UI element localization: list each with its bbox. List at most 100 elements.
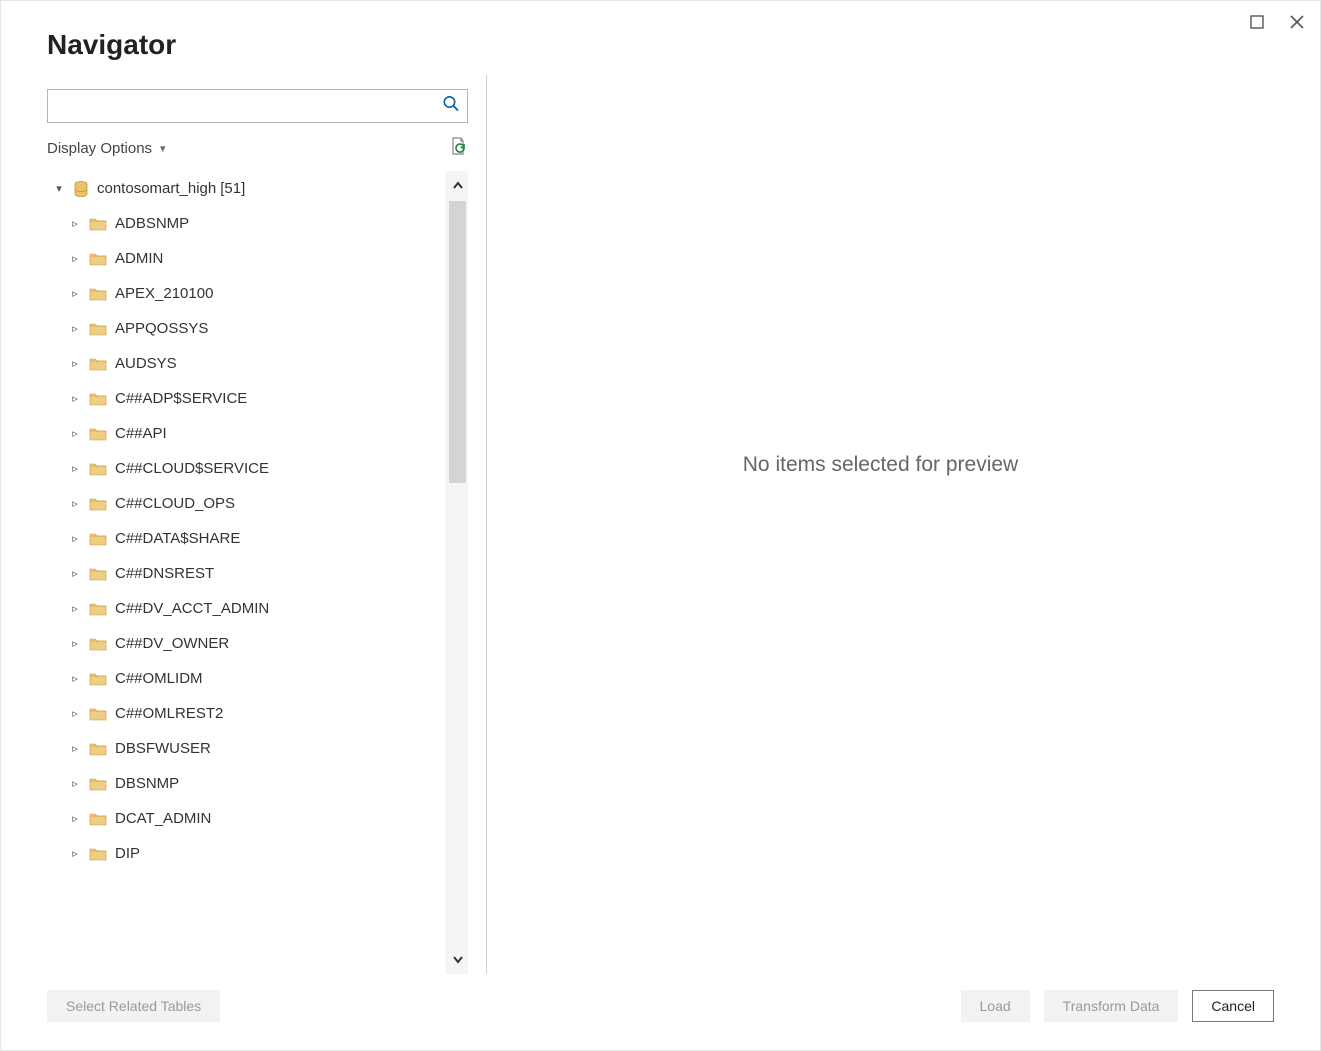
folder-icon	[89, 462, 107, 476]
expand-icon[interactable]: ▹	[69, 392, 81, 405]
tree-item[interactable]: ▹ C##CLOUD_OPS	[47, 486, 446, 521]
expand-icon[interactable]: ▹	[69, 322, 81, 335]
scroll-track[interactable]	[447, 201, 468, 944]
expand-icon[interactable]: ▹	[69, 637, 81, 650]
tree-item[interactable]: ▹ C##OMLREST2	[47, 696, 446, 731]
load-button[interactable]: Load	[961, 990, 1030, 1022]
folder-icon	[89, 427, 107, 441]
maximize-icon[interactable]	[1248, 13, 1266, 31]
tree-root-label: contosomart_high	[97, 180, 216, 197]
tree-item[interactable]: ▹ C##DNSREST	[47, 556, 446, 591]
tree-item[interactable]: ▹ C##DV_ACCT_ADMIN	[47, 591, 446, 626]
search-row	[47, 89, 468, 123]
folder-icon	[89, 742, 107, 756]
tree-item[interactable]: ▹ DIP	[47, 836, 446, 871]
expand-icon[interactable]: ▹	[69, 602, 81, 615]
tree-item[interactable]: ▹ APEX_210100	[47, 276, 446, 311]
close-icon[interactable]	[1288, 13, 1306, 31]
tree-container: ▾ contosomart_high [51] ▹ADBSNMP▹ADM	[47, 171, 468, 974]
scroll-up-icon[interactable]	[447, 171, 468, 201]
tree-item[interactable]: ▹ C##CLOUD$SERVICE	[47, 451, 446, 486]
expand-icon[interactable]: ▹	[69, 847, 81, 860]
tree-item-label: C##CLOUD$SERVICE	[115, 460, 269, 477]
tree-scrollbar[interactable]	[446, 171, 468, 974]
folder-icon	[89, 217, 107, 231]
tree-item[interactable]: ▹ C##API	[47, 416, 446, 451]
preview-pane: No items selected for preview	[487, 75, 1274, 974]
database-icon	[73, 180, 89, 198]
refresh-icon[interactable]	[448, 136, 468, 161]
folder-icon	[89, 392, 107, 406]
expand-icon[interactable]: ▹	[69, 217, 81, 230]
expand-icon[interactable]: ▹	[69, 497, 81, 510]
cancel-button[interactable]: Cancel	[1192, 990, 1274, 1022]
folder-icon	[89, 532, 107, 546]
navigator-dialog: Navigator Display Options ▾	[0, 0, 1321, 1051]
tree-item-label: C##API	[115, 425, 167, 442]
tree-item-label: C##OMLIDM	[115, 670, 203, 687]
tree-item-label: ADBSNMP	[115, 215, 189, 232]
transform-data-button[interactable]: Transform Data	[1044, 990, 1179, 1022]
collapse-icon[interactable]: ▾	[53, 182, 65, 195]
schema-tree: ▾ contosomart_high [51] ▹ADBSNMP▹ADM	[47, 171, 446, 974]
tree-item[interactable]: ▹ AUDSYS	[47, 346, 446, 381]
tree-item-label: C##OMLREST2	[115, 705, 223, 722]
tree-item[interactable]: ▹ C##OMLIDM	[47, 661, 446, 696]
tree-item-label: C##DV_OWNER	[115, 635, 229, 652]
navigator-left-pane: Display Options ▾ ▾	[47, 75, 487, 974]
preview-empty-message: No items selected for preview	[743, 453, 1018, 477]
content-area: Display Options ▾ ▾	[1, 75, 1320, 974]
tree-item[interactable]: ▹DBSNMP	[47, 766, 446, 801]
tree-item[interactable]: ▹ ADMIN	[47, 241, 446, 276]
tree-item-label: ADMIN	[115, 250, 163, 267]
expand-icon[interactable]: ▹	[69, 672, 81, 685]
window-controls	[1248, 13, 1306, 31]
folder-icon	[89, 812, 107, 826]
dialog-header: Navigator	[1, 1, 1320, 75]
dialog-footer: Select Related Tables Load Transform Dat…	[1, 974, 1320, 1050]
expand-icon[interactable]: ▹	[69, 567, 81, 580]
select-related-tables-button[interactable]: Select Related Tables	[47, 990, 220, 1022]
tree-item-label: DCAT_ADMIN	[115, 810, 211, 827]
tree-root-node[interactable]: ▾ contosomart_high [51]	[47, 171, 446, 206]
search-icon[interactable]	[442, 95, 460, 118]
folder-icon	[89, 602, 107, 616]
tree-item-label: C##DV_ACCT_ADMIN	[115, 600, 269, 617]
tree-item-label: AUDSYS	[115, 355, 177, 372]
folder-icon	[89, 567, 107, 581]
expand-icon[interactable]: ▹	[69, 252, 81, 265]
tree-item[interactable]: ▹ C##DV_OWNER	[47, 626, 446, 661]
tree-item-label: C##CLOUD_OPS	[115, 495, 235, 512]
folder-icon	[89, 322, 107, 336]
tree-item-label: DIP	[115, 845, 140, 862]
tree-item-label: APEX_210100	[115, 285, 213, 302]
expand-icon[interactable]: ▹	[69, 812, 81, 825]
expand-icon[interactable]: ▹	[69, 287, 81, 300]
tree-item[interactable]: ▹C##ADP$SERVICE	[47, 381, 446, 416]
expand-icon[interactable]: ▹	[69, 532, 81, 545]
search-input[interactable]	[47, 89, 468, 123]
scroll-down-icon[interactable]	[447, 944, 468, 974]
folder-icon	[89, 847, 107, 861]
expand-icon[interactable]: ▹	[69, 777, 81, 790]
expand-icon[interactable]: ▹	[69, 742, 81, 755]
display-options-label: Display Options	[47, 140, 152, 157]
tree-item[interactable]: ▹ DCAT_ADMIN	[47, 801, 446, 836]
folder-icon	[89, 287, 107, 301]
tree-item-label: DBSFWUSER	[115, 740, 211, 757]
folder-icon	[89, 777, 107, 791]
expand-icon[interactable]: ▹	[69, 707, 81, 720]
tree-item[interactable]: ▹ ADBSNMP	[47, 206, 446, 241]
scroll-thumb[interactable]	[449, 201, 466, 483]
display-options-dropdown[interactable]: Display Options ▾	[47, 140, 166, 157]
tree-item[interactable]: ▹C##DATA$SHARE	[47, 521, 446, 556]
tree-item[interactable]: ▹APPQOSSYS	[47, 311, 446, 346]
expand-icon[interactable]: ▹	[69, 462, 81, 475]
tree-item-label: C##DNSREST	[115, 565, 214, 582]
expand-icon[interactable]: ▹	[69, 357, 81, 370]
dialog-title: Navigator	[47, 29, 1274, 61]
expand-icon[interactable]: ▹	[69, 427, 81, 440]
tree-item[interactable]: ▹ DBSFWUSER	[47, 731, 446, 766]
folder-icon	[89, 707, 107, 721]
options-row: Display Options ▾	[47, 133, 468, 163]
